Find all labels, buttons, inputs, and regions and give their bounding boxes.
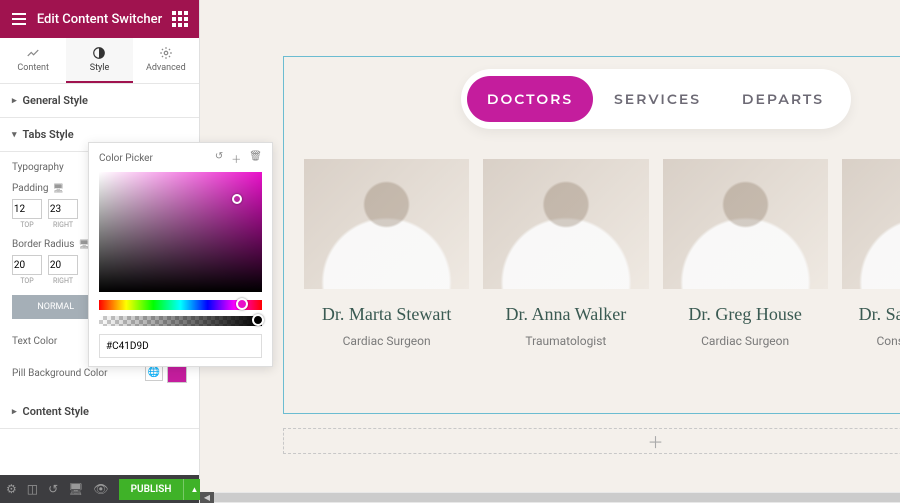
color-picker-title: Color Picker (99, 153, 153, 164)
switcher-tab-services[interactable]: SERVICES (594, 76, 721, 122)
editor-tabs: Content Style Advanced (0, 38, 199, 84)
add-icon[interactable]: ＋ (231, 151, 241, 166)
preview-icon[interactable]: 👁 (93, 482, 108, 496)
radius-top-unit: TOP (20, 277, 33, 285)
doctor-photo (663, 159, 828, 289)
radius-right-input[interactable] (48, 255, 78, 275)
panel-header: Edit Content Switcher (0, 0, 199, 38)
sv-handle[interactable] (232, 194, 242, 204)
padding-right-unit: RIGHT (53, 221, 73, 229)
section-general-label: General Style (23, 94, 88, 107)
doctor-card: Dr. Anna Walker Traumatologist (483, 159, 648, 348)
content-switcher-widget[interactable]: DOCTORS SERVICES DEPARTS Dr. Marta Stewa… (283, 56, 900, 414)
desktop-icon[interactable]: 🖥 (53, 184, 64, 194)
text-color-label: Text Color (12, 336, 57, 347)
doctor-role: Traumatologist (483, 334, 648, 348)
navigator-icon[interactable]: ◫ (27, 482, 38, 496)
doctor-photo (483, 159, 648, 289)
radius-right-unit: RIGHT (53, 277, 73, 285)
canvas: DOCTORS SERVICES DEPARTS Dr. Marta Stewa… (200, 0, 900, 503)
section-tabs-label: Tabs Style (23, 128, 74, 141)
section-content-label: Content Style (23, 405, 89, 418)
doctor-role: Consalting Doctor (842, 334, 900, 348)
chevron-right-icon: ▸ (12, 96, 17, 106)
chevron-down-icon: ▾ (12, 130, 17, 140)
doctor-name: Dr. Sarah Johnson (842, 303, 900, 326)
hue-slider[interactable] (99, 300, 262, 310)
tab-style[interactable]: Style (66, 38, 132, 83)
undo-icon[interactable]: ↺ (215, 151, 223, 166)
padding-top-input[interactable] (12, 199, 42, 219)
doctor-card: Dr. Greg House Cardiac Surgeon (663, 159, 828, 348)
doctor-photo (842, 159, 900, 289)
doctor-cards: Dr. Marta Stewart Cardiac Surgeon Dr. An… (304, 159, 900, 348)
delete-icon[interactable]: 🗑 (249, 151, 262, 166)
switcher-tab-departs[interactable]: DEPARTS (722, 76, 844, 122)
hamburger-icon[interactable] (10, 10, 28, 28)
panel-title: Edit Content Switcher (28, 12, 171, 27)
doctor-name: Dr. Marta Stewart (304, 303, 469, 326)
doctor-name: Dr. Anna Walker (483, 303, 648, 326)
section-content-style[interactable]: ▸ Content Style (0, 395, 199, 429)
alpha-handle[interactable] (252, 314, 264, 326)
tab-content[interactable]: Content (0, 38, 66, 83)
publish-button[interactable]: PUBLISH (119, 479, 184, 500)
responsive-icon[interactable]: 🖥 (68, 482, 83, 496)
hue-handle[interactable] (236, 298, 248, 310)
switcher-tab-doctors[interactable]: DOCTORS (467, 76, 593, 122)
padding-label: Padding (12, 183, 49, 194)
tab-content-label: Content (17, 63, 49, 73)
hex-input[interactable] (99, 334, 262, 358)
padding-right-input[interactable] (48, 199, 78, 219)
scroll-left-arrow[interactable]: ◀ (200, 492, 214, 503)
tab-style-label: Style (90, 63, 110, 73)
border-radius-label: Border Radius (12, 239, 74, 250)
pill-bg-label: Pill Background Color (12, 368, 107, 379)
panel-footer: ⚙ ◫ ↺ 🖥 👁 PUBLISH ▲ (0, 475, 199, 503)
doctor-role: Cardiac Surgeon (304, 334, 469, 348)
apps-icon[interactable] (171, 10, 189, 28)
tab-advanced[interactable]: Advanced (133, 38, 199, 83)
settings-icon[interactable]: ⚙ (6, 482, 17, 496)
doctor-role: Cardiac Surgeon (663, 334, 828, 348)
alpha-slider[interactable] (99, 316, 262, 326)
doctor-card: Dr. Sarah Johnson Consalting Doctor (842, 159, 900, 348)
doctor-photo (304, 159, 469, 289)
add-section-button[interactable]: ＋ (283, 428, 900, 454)
padding-top-unit: TOP (20, 221, 33, 229)
state-normal-button[interactable]: NORMAL (12, 295, 100, 319)
radius-top-input[interactable] (12, 255, 42, 275)
saturation-value-area[interactable] (99, 172, 262, 292)
scroll-thumb[interactable] (214, 493, 900, 502)
chevron-right-icon: ▸ (12, 407, 17, 417)
doctor-name: Dr. Greg House (663, 303, 828, 326)
history-icon[interactable]: ↺ (48, 482, 58, 496)
switcher-tabs: DOCTORS SERVICES DEPARTS (461, 69, 851, 129)
doctor-card: Dr. Marta Stewart Cardiac Surgeon (304, 159, 469, 348)
color-picker-popover: Color Picker ↺ ＋ 🗑 (88, 142, 273, 367)
tab-advanced-label: Advanced (146, 63, 186, 73)
section-general-style[interactable]: ▸ General Style (0, 84, 199, 118)
horizontal-scrollbar[interactable]: ◀ (200, 492, 900, 503)
